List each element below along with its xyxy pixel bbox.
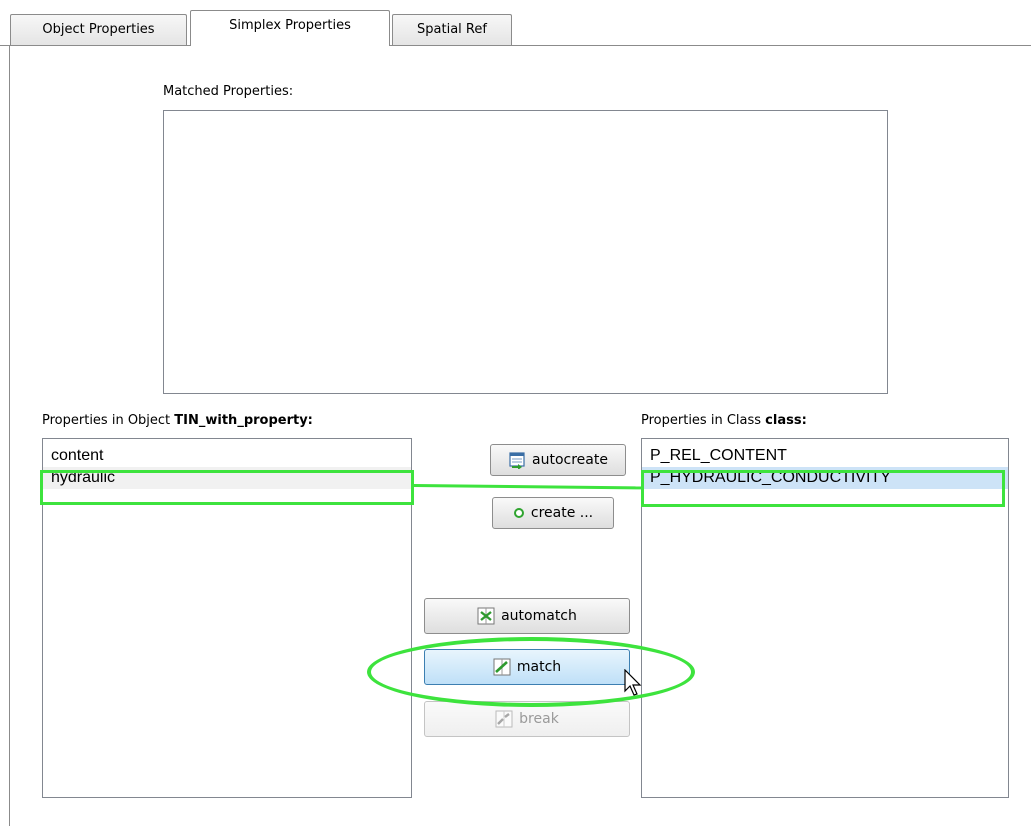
highlight-match-ellipse <box>367 637 695 707</box>
highlight-p-hydraulic-conductivity <box>641 470 1005 507</box>
matched-properties-label: Matched Properties: <box>163 84 294 99</box>
autocreate-icon <box>509 452 525 469</box>
object-properties-label-prefix: Properties in Object <box>42 413 175 428</box>
tab-bar: Object Properties Simplex Properties Spa… <box>0 0 1031 46</box>
create-dot-icon <box>513 508 524 518</box>
automatch-button[interactable]: automatch <box>424 598 630 634</box>
object-properties-label: Properties in Object TIN_with_property: <box>42 413 313 428</box>
highlight-connector-line <box>413 484 642 490</box>
highlight-hydraulic <box>40 470 414 505</box>
automatch-icon <box>477 607 495 625</box>
create-button[interactable]: create ... <box>492 497 614 529</box>
tab-simplex-properties[interactable]: Simplex Properties <box>190 10 390 46</box>
tab-label: Object Properties <box>42 22 155 37</box>
tab-label: Simplex Properties <box>229 18 351 33</box>
class-properties-label: Properties in Class class: <box>641 413 807 428</box>
automatch-label: automatch <box>501 608 577 624</box>
create-label: create ... <box>530 505 594 521</box>
tab-divider <box>0 45 1031 46</box>
tab-object-properties[interactable]: Object Properties <box>10 14 187 46</box>
autocreate-button[interactable]: autocreate <box>490 444 626 476</box>
mouse-cursor <box>624 669 642 696</box>
tab-spatial-ref[interactable]: Spatial Ref <box>392 14 512 46</box>
break-icon <box>495 710 513 728</box>
break-label: break <box>519 711 559 727</box>
panel-border <box>9 45 10 826</box>
list-item-content[interactable]: content <box>43 445 411 467</box>
class-properties-label-prefix: Properties in Class <box>641 413 766 428</box>
class-name: class: <box>765 413 807 428</box>
matched-properties-list[interactable] <box>163 110 888 394</box>
list-item-p-rel-content[interactable]: P_REL_CONTENT <box>642 445 1008 467</box>
tab-label: Spatial Ref <box>417 22 487 37</box>
autocreate-label: autocreate <box>532 452 608 468</box>
object-name: TIN_with_property: <box>174 413 313 428</box>
